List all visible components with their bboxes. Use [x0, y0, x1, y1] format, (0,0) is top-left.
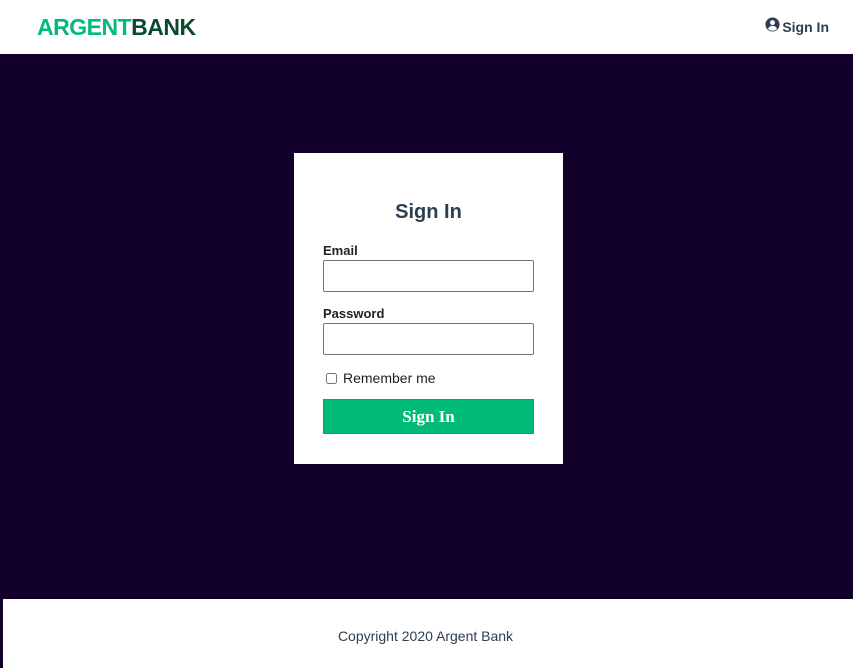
- nav-sign-in-link[interactable]: Sign In: [765, 17, 829, 35]
- remember-me-checkbox[interactable]: [326, 372, 337, 384]
- main-content: Sign In Email Password Remember me Sign …: [0, 54, 853, 599]
- email-input[interactable]: [323, 260, 534, 292]
- logo-text-argent: ARGENT: [37, 13, 132, 40]
- main-nav: ARGENT BANK Sign In: [0, 0, 853, 54]
- sign-in-title: Sign In: [395, 201, 462, 223]
- user-circle-icon: [765, 17, 780, 35]
- footer: Copyright 2020 Argent Bank: [0, 599, 853, 668]
- remember-me-label[interactable]: Remember me: [343, 370, 436, 386]
- logo-link[interactable]: ARGENT BANK: [37, 14, 196, 41]
- email-label: Email: [323, 243, 358, 258]
- sign-in-card: Sign In Email Password Remember me Sign …: [294, 153, 563, 464]
- logo-text-bank: BANK: [131, 13, 196, 40]
- sign-in-button[interactable]: Sign In: [323, 399, 534, 434]
- remember-me-row: Remember me: [326, 370, 534, 386]
- sign-in-form: Email Password Remember me Sign In: [323, 243, 534, 434]
- password-label: Password: [323, 306, 385, 321]
- footer-copyright: Copyright 2020 Argent Bank: [337, 628, 514, 644]
- nav-sign-in-label: Sign In: [782, 19, 829, 35]
- password-input[interactable]: [323, 323, 534, 355]
